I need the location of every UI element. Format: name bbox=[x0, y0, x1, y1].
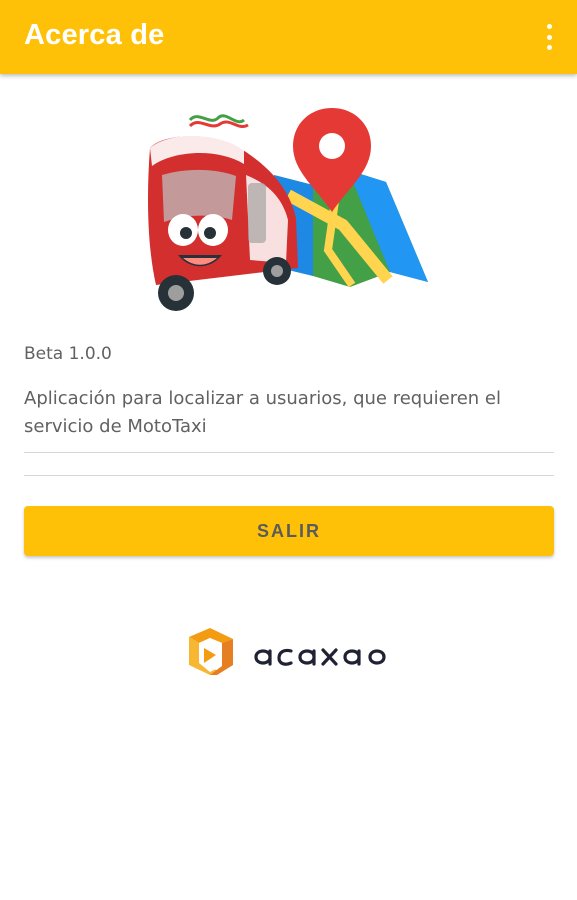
mototaxi-map-illustration bbox=[148, 108, 428, 311]
acaxao-wordmark bbox=[254, 648, 386, 666]
menu-dot bbox=[546, 45, 552, 50]
acaxao-logo-mark bbox=[189, 628, 233, 675]
app-bar: Acerca de bbox=[0, 0, 577, 74]
app-description: Aplicación para localizar a usuarios, qu… bbox=[24, 388, 501, 437]
exit-button[interactable]: SALIR bbox=[24, 506, 554, 556]
mototaxi-icon bbox=[148, 114, 298, 311]
divider bbox=[24, 475, 554, 476]
app-version: Beta 1.0.0 bbox=[24, 344, 112, 364]
page-title: Acerca de bbox=[24, 19, 165, 51]
acaxao-logo bbox=[189, 628, 386, 675]
about-screen: Acerca de Beta 1.0.0 Aplicación para loc… bbox=[0, 0, 577, 900]
menu-dot bbox=[546, 34, 552, 40]
more-vert-icon[interactable] bbox=[539, 20, 559, 54]
menu-dot bbox=[546, 24, 552, 29]
divider bbox=[24, 452, 554, 453]
